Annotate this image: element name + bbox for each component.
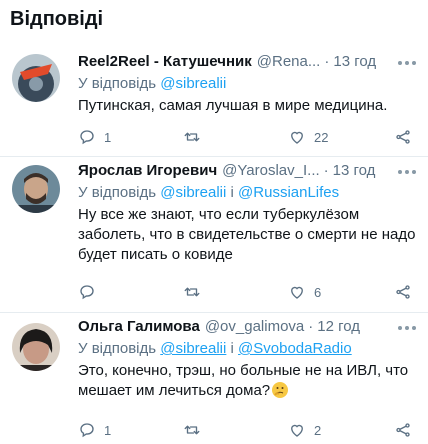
more-options-icon[interactable] xyxy=(398,323,416,333)
reply-prefix: У відповідь xyxy=(78,184,157,201)
reply-icon xyxy=(80,130,94,145)
more-options-icon[interactable] xyxy=(398,58,416,68)
mention-link[interactable]: @sibrealii xyxy=(160,75,226,92)
retweet-icon xyxy=(184,132,200,142)
reply-button[interactable]: 1 xyxy=(78,421,111,439)
avatar[interactable] xyxy=(12,54,60,102)
reply-button[interactable]: 1 xyxy=(78,128,111,146)
reply-joiner: і xyxy=(230,184,234,201)
share-icon xyxy=(396,423,410,437)
reply-tweet[interactable]: Reel2Reel - Катушечник @Rena... · 13 год… xyxy=(0,48,428,150)
share-button[interactable] xyxy=(394,283,412,301)
tweet-text-container: Это, конечно, трэш, но больные не на ИВЛ… xyxy=(78,361,416,401)
tweet-text: Путинская, самая лучшая в мире медицина. xyxy=(78,97,388,114)
reply-to-line: У відповідь @sibrealii і @RussianLifes xyxy=(78,183,416,203)
mention-link[interactable]: @sibrealii xyxy=(160,340,226,357)
share-button[interactable] xyxy=(394,128,412,146)
author-handle[interactable]: @Rena... xyxy=(257,52,321,72)
author-name[interactable]: Ольга Галимова xyxy=(78,317,200,337)
retweet-button[interactable] xyxy=(183,283,209,301)
retweet-button[interactable] xyxy=(183,128,209,146)
reply-count: 1 xyxy=(104,129,112,145)
like-count: 6 xyxy=(314,284,322,300)
mention-link[interactable]: @sibrealii xyxy=(160,184,226,201)
reply-prefix: У відповідь xyxy=(78,340,157,357)
tweet-text: Ну все же знают, что если туберкулёзом з… xyxy=(78,206,416,263)
retweet-button[interactable] xyxy=(183,421,209,439)
thinking-face-emoji xyxy=(272,382,289,398)
reply-count: 1 xyxy=(104,422,112,438)
retweet-icon xyxy=(184,287,200,297)
separator-dot: · xyxy=(323,162,329,179)
heart-icon xyxy=(291,424,303,437)
share-icon xyxy=(396,130,410,144)
tweet-time[interactable]: 13 год xyxy=(333,52,376,72)
avatar-image xyxy=(12,54,60,102)
like-button[interactable]: 2 xyxy=(288,421,321,439)
like-button[interactable]: 22 xyxy=(288,128,328,146)
reply-button[interactable] xyxy=(78,283,104,301)
like-button[interactable]: 6 xyxy=(288,283,321,301)
like-count: 2 xyxy=(314,422,322,438)
more-options-icon[interactable] xyxy=(398,167,416,177)
tweet-text: Это, конечно, трэш, но больные не на ИВЛ… xyxy=(78,362,409,399)
avatar[interactable] xyxy=(12,165,60,213)
replies-section-title: Відповіді xyxy=(10,8,104,30)
mention-link[interactable]: @RussianLifes xyxy=(238,184,339,201)
tweet-time[interactable]: 12 год xyxy=(317,317,360,337)
author-handle[interactable]: @ov_galimova xyxy=(205,317,304,337)
separator-dot: · xyxy=(324,53,330,70)
mention-link[interactable]: @SvobodaRadio xyxy=(238,340,352,357)
reply-to-line: У відповідь @sibrealii і @SvobodaRadio xyxy=(78,339,416,359)
author-name[interactable]: Ярослав Игоревич xyxy=(78,161,217,181)
reply-prefix: У відповідь xyxy=(78,75,157,92)
share-button[interactable] xyxy=(394,421,412,439)
reply-icon xyxy=(80,285,94,300)
reply-icon xyxy=(80,423,94,438)
retweet-icon xyxy=(184,425,200,435)
reply-to-line: У відповідь @sibrealii xyxy=(78,74,416,94)
like-count: 22 xyxy=(314,129,329,145)
separator-dot: · xyxy=(308,318,314,335)
heart-icon xyxy=(291,286,303,299)
author-handle[interactable]: @Yaroslav_I... xyxy=(222,161,320,181)
reply-tweet[interactable]: Ольга Галимова @ov_galimova · 12 год У в… xyxy=(0,312,428,444)
share-icon xyxy=(396,285,410,299)
tweet-time[interactable]: 13 год xyxy=(333,161,376,181)
avatar-image xyxy=(12,165,60,213)
reply-tweet[interactable]: Ярослав Игоревич @Yaroslav_I... · 13 год… xyxy=(0,156,428,304)
heart-icon xyxy=(291,131,303,144)
avatar-image xyxy=(12,323,60,371)
reply-joiner: і xyxy=(230,340,234,357)
avatar[interactable] xyxy=(12,323,60,371)
author-name[interactable]: Reel2Reel - Катушечник xyxy=(78,52,252,72)
